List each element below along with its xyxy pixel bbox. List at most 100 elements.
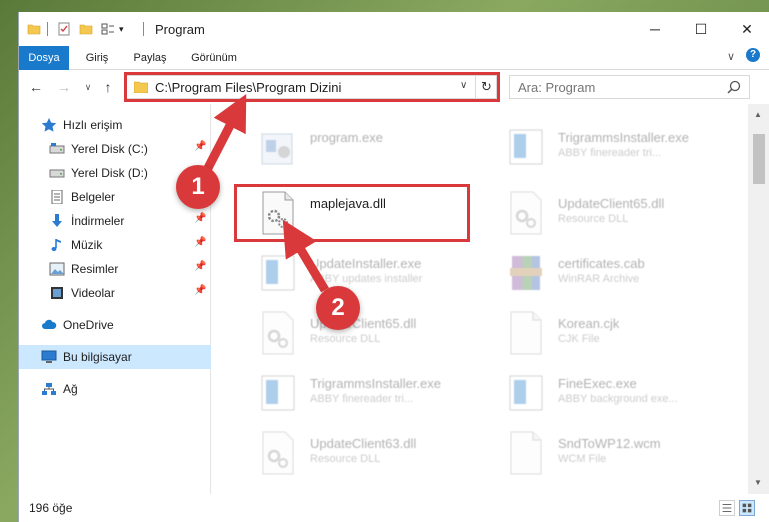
- file-description: Resource DLL: [310, 333, 381, 345]
- dll-icon: [262, 311, 294, 355]
- file-icon: [510, 431, 542, 475]
- network-icon: [42, 383, 56, 395]
- sidebar-item-label: Müzik: [71, 238, 103, 252]
- sidebar-item-label: Ağ: [63, 382, 78, 396]
- forward-button[interactable]: →: [55, 78, 73, 96]
- file-description: ABBY finereader tri...: [310, 393, 414, 405]
- pin-icon[interactable]: 📌: [194, 213, 206, 224]
- address-row: ← → ∨ ↑ C:\Program Files\Program Dizini …: [19, 70, 769, 104]
- dll-icon: [262, 431, 294, 475]
- list-item[interactable]: Korean.cjk CJK File: [482, 304, 722, 362]
- pin-icon[interactable]: 📌: [194, 141, 206, 152]
- sidebar-item-quick-access[interactable]: Hızlı erişim: [19, 113, 211, 137]
- sidebar-item-label: Belgeler: [71, 190, 116, 204]
- help-icon[interactable]: ?: [746, 48, 760, 62]
- sidebar-item-label: Resimler: [71, 262, 119, 276]
- minimize-button[interactable]: ─: [632, 12, 678, 46]
- sidebar-item-this-pc[interactable]: Bu bilgisayar: [19, 345, 211, 369]
- file-icon: [510, 311, 542, 355]
- search-input[interactable]: [518, 79, 718, 95]
- pin-icon[interactable]: 📌: [194, 261, 206, 272]
- dll-icon: [510, 191, 542, 235]
- installer-icon: [509, 129, 543, 165]
- explorer-window: ▾ Program ─ ☐ ✕ Dosya Giriş Paylaş Görün…: [18, 12, 769, 522]
- sidebar-item-pictures[interactable]: Resimler 📌: [19, 257, 211, 281]
- file-description: WinRAR Archive: [558, 273, 640, 285]
- videos-icon: [51, 287, 63, 299]
- installer-icon: [261, 255, 295, 291]
- folder-icon[interactable]: [27, 22, 41, 36]
- tab-share[interactable]: Paylaş: [125, 46, 175, 70]
- file-highlight-box: [234, 184, 470, 242]
- list-item[interactable]: TrigrammsInstaller.exe ABBY finereader t…: [482, 118, 722, 176]
- vertical-scrollbar[interactable]: ▲ ▼: [748, 104, 769, 494]
- scroll-up-icon[interactable]: ▲: [754, 110, 762, 119]
- list-item[interactable]: FineExec.exe ABBY background exe...: [482, 364, 722, 422]
- file-name: SndToWP12.wcm: [558, 436, 661, 451]
- scroll-down-icon[interactable]: ▼: [754, 478, 762, 487]
- list-item[interactable]: program.exe: [234, 118, 474, 176]
- navigation-pane: Hızlı erişim Yerel Disk (C:) 📌 Yerel Dis…: [19, 104, 211, 494]
- back-button[interactable]: ←: [27, 78, 45, 96]
- scroll-thumb[interactable]: [753, 134, 765, 184]
- new-folder-icon[interactable]: [79, 22, 93, 36]
- pin-icon[interactable]: 📌: [194, 237, 206, 248]
- properties-icon[interactable]: [57, 22, 71, 36]
- file-description: ABBY updates installer: [310, 273, 423, 285]
- sidebar-item-local-disk-c[interactable]: Yerel Disk (C:) 📌: [19, 137, 211, 161]
- archive-icon: [510, 256, 542, 290]
- sidebar-item-label: Yerel Disk (C:): [71, 142, 148, 156]
- file-description: ABBY finereader tri...: [558, 147, 662, 159]
- list-item[interactable]: certificates.cab WinRAR Archive: [482, 244, 722, 302]
- file-list: program.exe TrigrammsInstaller.exe ABBY …: [212, 104, 748, 494]
- star-icon: [41, 118, 57, 132]
- search-icon[interactable]: [727, 80, 741, 94]
- file-description: Resource DLL: [310, 453, 381, 465]
- callout-step-2: 2: [316, 286, 360, 330]
- list-item[interactable]: TrigrammsInstaller.exe ABBY finereader t…: [234, 364, 474, 422]
- close-button[interactable]: ✕: [724, 12, 769, 46]
- view-icon[interactable]: [101, 22, 115, 36]
- tab-home[interactable]: Giriş: [75, 46, 119, 70]
- file-name: Korean.cjk: [558, 316, 620, 331]
- list-item[interactable]: SndToWP12.wcm WCM File: [482, 424, 722, 482]
- chevron-down-icon[interactable]: ∨: [727, 50, 735, 63]
- sidebar-item-label: Hızlı erişim: [63, 118, 123, 132]
- maximize-button[interactable]: ☐: [678, 12, 724, 46]
- search-box[interactable]: [509, 75, 750, 99]
- recent-locations-button[interactable]: ∨: [79, 78, 97, 96]
- window-title: Program: [155, 22, 205, 37]
- sidebar-item-videos[interactable]: Videolar 📌: [19, 281, 211, 305]
- list-item[interactable]: UpdateClient65.dll Resource DLL: [482, 184, 722, 242]
- item-count: 196 öğe: [29, 501, 73, 515]
- tiles-view-icon[interactable]: [739, 500, 755, 516]
- tab-view[interactable]: Görünüm: [183, 46, 245, 70]
- cloud-icon: [42, 319, 57, 329]
- file-name: certificates.cab: [558, 256, 645, 271]
- sidebar-item-onedrive[interactable]: OneDrive: [19, 313, 211, 337]
- file-name: TrigrammsInstaller.exe: [310, 376, 441, 391]
- qat-separator: [47, 22, 48, 36]
- callout-step-1: 1: [176, 165, 220, 209]
- computer-icon: [41, 350, 57, 363]
- file-description: Resource DLL: [558, 213, 629, 225]
- title-bar: ▾ Program ─ ☐ ✕: [19, 12, 769, 46]
- file-description: WCM File: [558, 453, 607, 465]
- installer-icon: [509, 375, 543, 411]
- sidebar-item-music[interactable]: Müzik 📌: [19, 233, 211, 257]
- status-bar: 196 öğe: [19, 494, 769, 522]
- sidebar-item-downloads[interactable]: İndirmeler 📌: [19, 209, 211, 233]
- pin-icon[interactable]: 📌: [194, 285, 206, 296]
- address-highlight-box: [124, 72, 500, 102]
- music-icon: [51, 239, 61, 251]
- qat-dropdown-icon[interactable]: ▾: [119, 22, 133, 36]
- sidebar-item-label: Bu bilgisayar: [63, 350, 132, 364]
- up-button[interactable]: ↑: [99, 78, 117, 96]
- sidebar-item-label: Videolar: [71, 286, 115, 300]
- qat-separator: [143, 22, 144, 36]
- sidebar-item-network[interactable]: Ağ: [19, 377, 211, 401]
- list-item[interactable]: UpdateClient63.dll Resource DLL: [234, 424, 474, 482]
- details-view-icon[interactable]: [719, 500, 735, 516]
- sidebar-item-label: İndirmeler: [71, 214, 125, 228]
- exe-icon: [261, 133, 293, 165]
